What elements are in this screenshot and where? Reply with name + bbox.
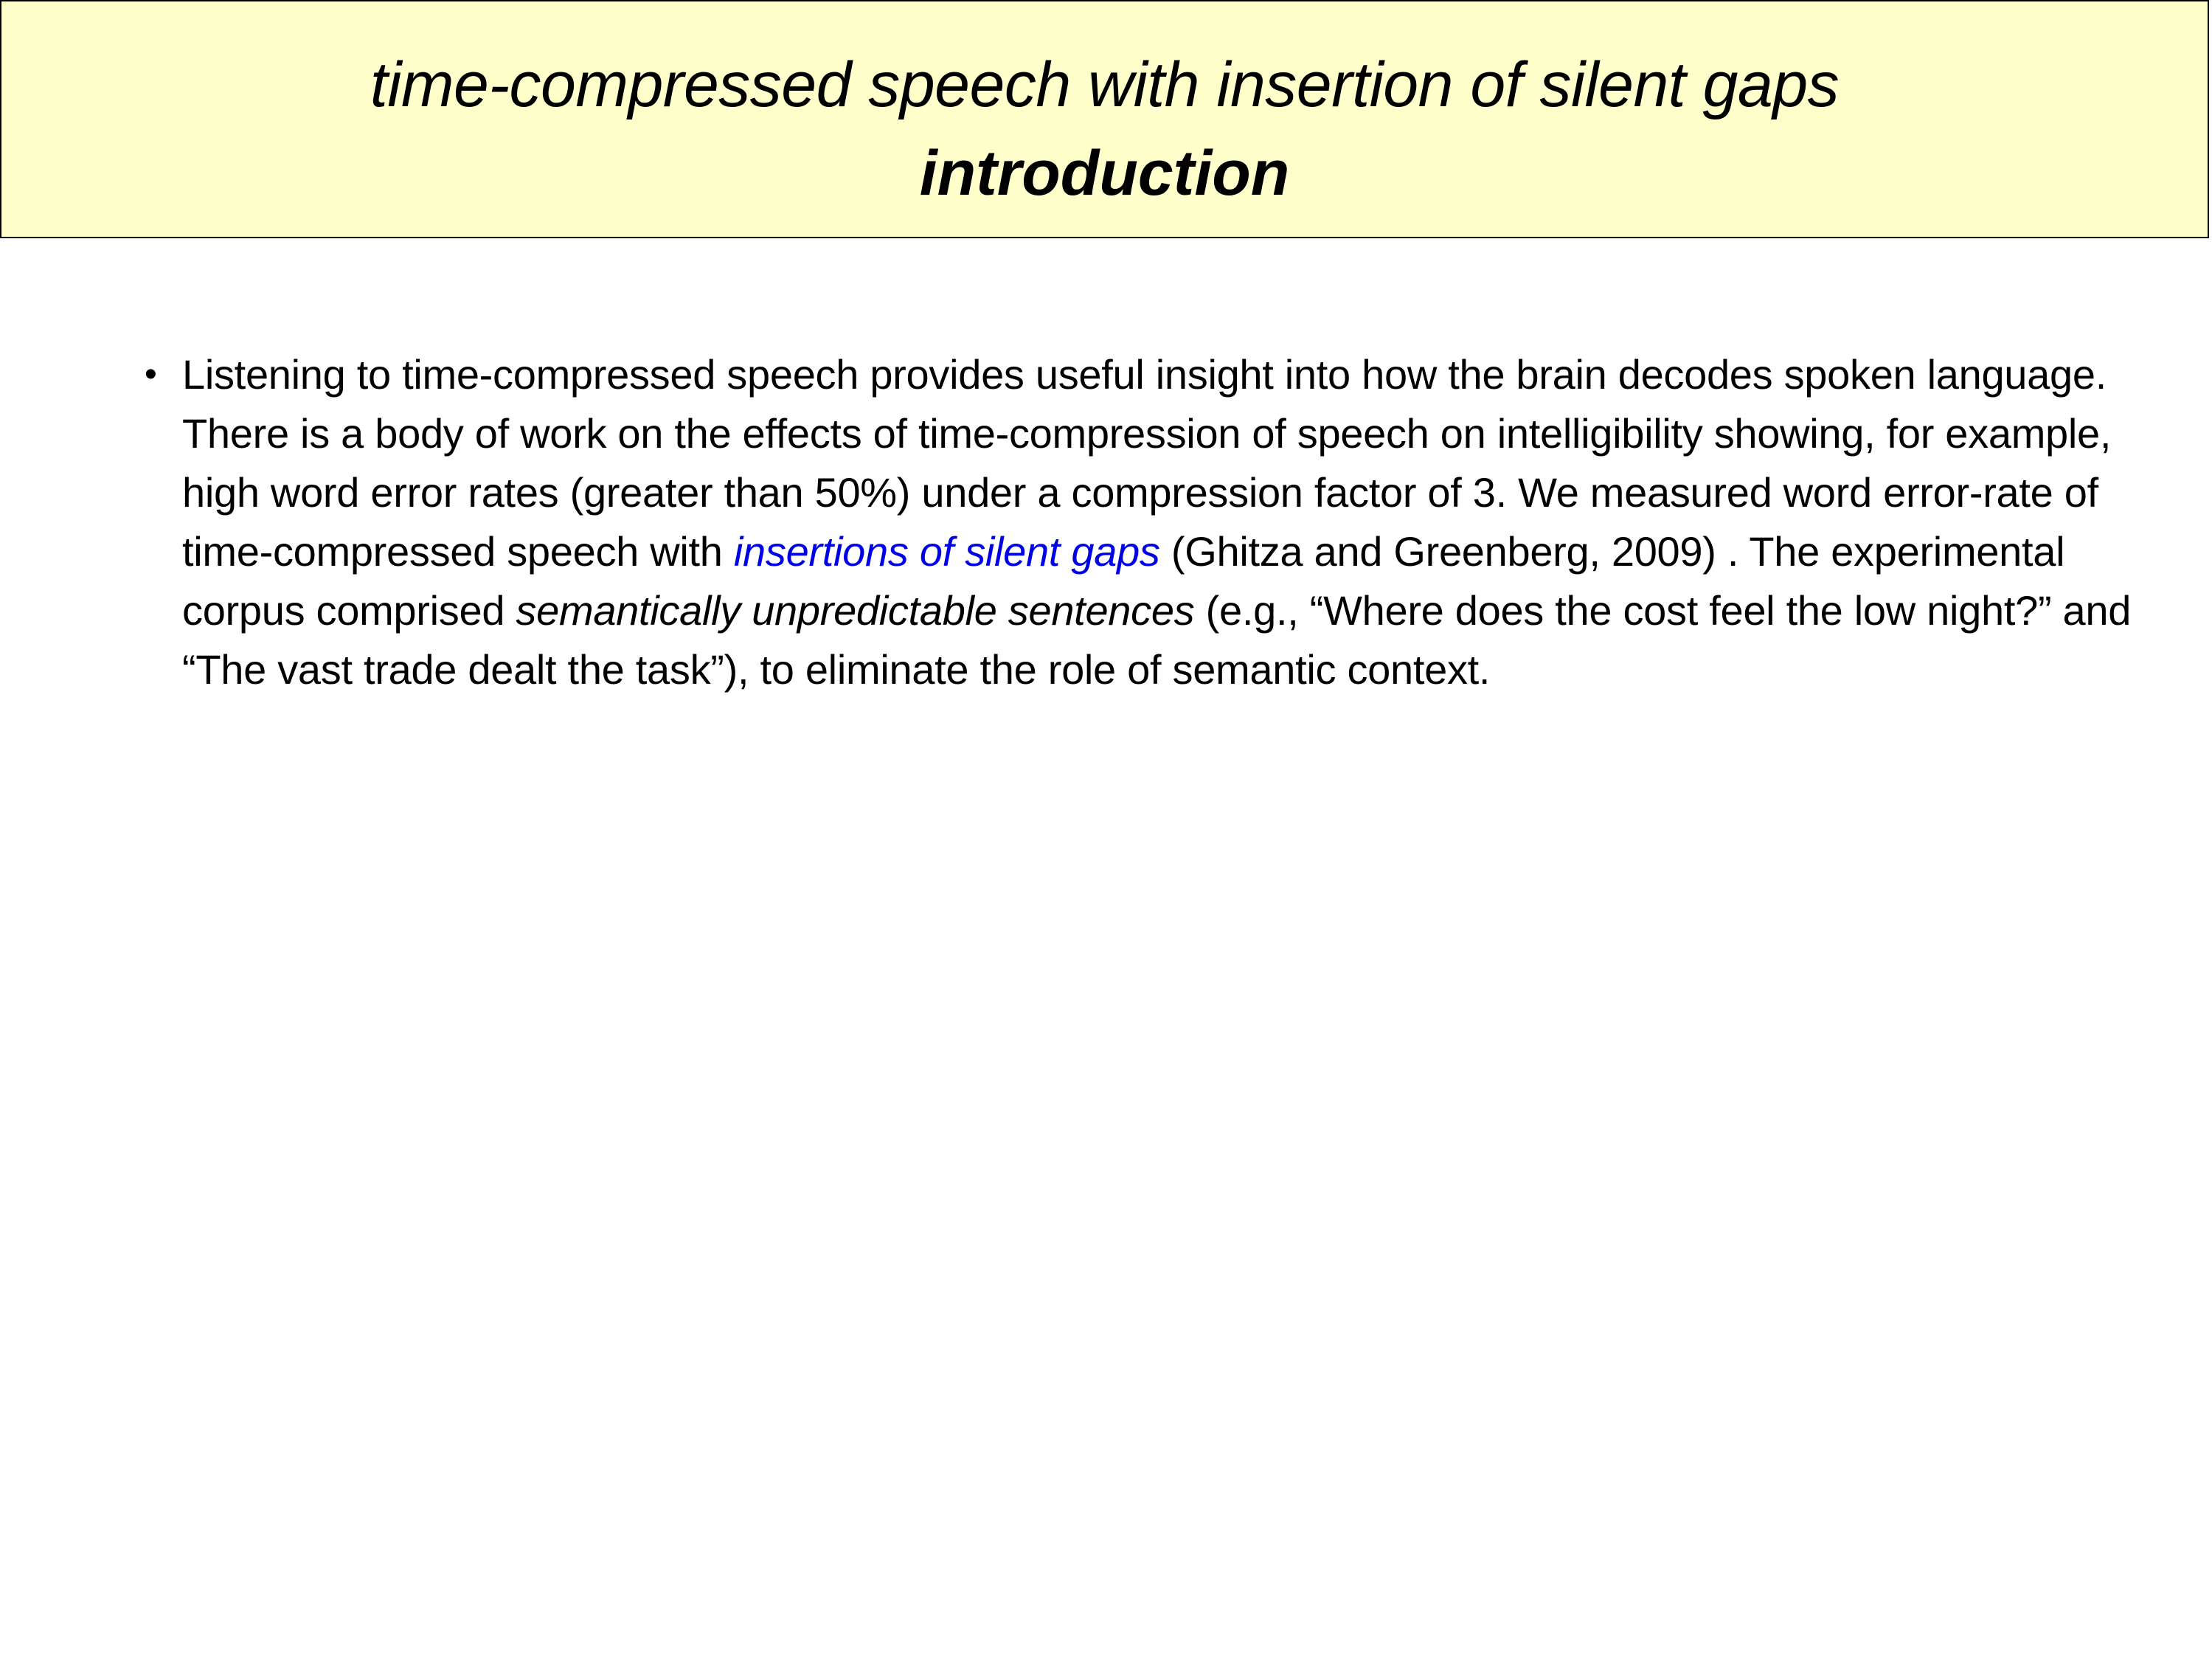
bullet-list: • Listening to time-compressed speech pr… [140,345,2132,699]
silent-gaps-link[interactable]: insertions of silent gaps [734,528,1160,575]
slide-subtitle: introduction [919,138,1290,209]
slide-title: time-compressed speech with insertion of… [370,49,1840,120]
bullet-item: • Listening to time-compressed speech pr… [140,345,2132,699]
title-banner: time-compressed speech with insertion of… [0,0,2209,238]
italic-phrase: semantically unpredictable sentences [516,587,1195,634]
bullet-icon: • [145,355,157,394]
